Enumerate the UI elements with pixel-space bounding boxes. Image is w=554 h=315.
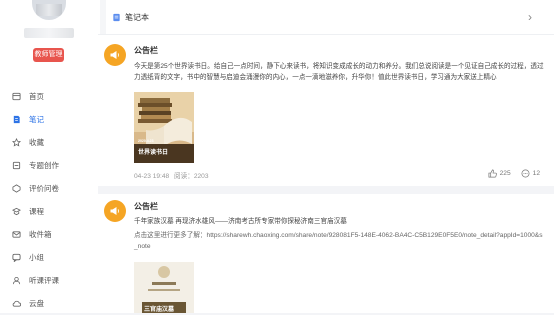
sidebar-item-course[interactable]: 课程 [0,200,98,223]
home-icon [12,92,21,101]
comment-button[interactable]: 12 [521,169,540,178]
post-divider [98,186,554,194]
sidebar-item-label: 收藏 [29,138,44,147]
lecture-icon [12,276,21,285]
post-stats: 225 12 [488,169,540,178]
thumbs-up-icon [488,169,497,178]
sidebar-item-favorites[interactable]: 收藏 [0,131,98,154]
sidebar-item-cloud[interactable]: 云盘 [0,292,98,315]
post-date: 04-23 19:48 [134,173,170,180]
image-caption: 三官庙汉墓 [144,307,175,313]
sidebar-item-groups[interactable]: 小组 [0,246,98,269]
group-icon [12,253,21,262]
post-title: 千年家族汉墓 再现济水雄风——济南考古所专家带你探秘济南三官庙汉墓 [134,218,347,225]
post-link[interactable]: 点击这里进行更多了解：https://sharewh.chaoxing.com/… [134,230,546,252]
inbox-icon [12,230,21,239]
notebook-icon [113,13,120,22]
image-caption: 世界读书日 [138,150,169,156]
megaphone-icon [110,51,120,59]
post-meta: 04-23 19:48 阅读：2203 [134,170,209,180]
sidebar-item-lecture-review[interactable]: 听课评课 [0,269,98,292]
cloud-icon [12,299,21,308]
post-reads: 阅读：2203 [174,173,209,180]
survey-icon [12,184,21,193]
image-date: 2020.4.23 [138,139,154,143]
post-author[interactable]: 公告栏 [134,45,158,56]
post-image[interactable]: 三官庙汉墓 [134,262,194,313]
announcement-avatar[interactable] [104,44,126,66]
sidebar-item-survey[interactable]: 评价问卷 [0,177,98,200]
topic-icon [12,161,21,170]
sidebar-item-notes[interactable]: 笔记 [0,108,98,131]
post-image[interactable]: 2020.4.23 世界读书日 [134,92,194,163]
header-accent-bar [100,0,106,34]
course-icon [12,207,21,216]
comment-icon [521,169,530,178]
sidebar-item-inbox[interactable]: 收件箱 [0,223,98,246]
post-text: 今天是第25个世界读书日。给自己一点时间，静下心来读书，将知识变成成长的动力和养… [134,63,544,81]
sidebar-item-label: 首页 [29,92,44,101]
teacher-admin-button[interactable]: 教师管理 [33,48,64,62]
announcement-avatar[interactable] [104,200,126,222]
comment-count: 12 [532,170,540,177]
sidebar-item-label: 评价问卷 [29,184,59,193]
sidebar-nav: 首页 笔记 收藏 专题创作 评价问卷 课程 收件箱 小组 听课评课 云盘 [0,85,98,315]
chevron-right-icon[interactable]: › [528,10,532,24]
page-title: 笔记本 [125,13,149,22]
post-author[interactable]: 公告栏 [134,201,158,212]
sidebar-item-home[interactable]: 首页 [0,85,98,108]
post-card: 公告栏 今天是第25个世界读书日。给自己一点时间，静下心来读书，将知识变成成长的… [98,40,554,186]
sidebar-item-label: 课程 [29,207,44,216]
sidebar-item-label: 专题创作 [29,161,59,170]
post-card: 公告栏 千年家族汉墓 再现济水雄风——济南考古所专家带你探秘济南三官庙汉墓 点击… [98,196,554,313]
avatar[interactable] [32,0,66,20]
note-icon [12,115,21,124]
sidebar-item-label: 收件箱 [29,230,52,239]
megaphone-icon [110,207,120,215]
main-panel: 笔记本 › 公告栏 今天是第25个世界读书日。给自己一点时间，静下心来读书，将知… [98,0,554,313]
notebook-header[interactable]: 笔记本 › [98,0,554,35]
user-name-blurred [24,28,74,38]
sidebar-item-label: 听课评课 [29,276,59,285]
link-prefix: 点击这里进行更多了解： [134,232,207,239]
sidebar: 教师管理 首页 笔记 收藏 专题创作 评价问卷 课程 收件箱 小组 听课评课 云… [0,0,99,313]
like-count: 225 [499,170,511,177]
sidebar-item-label: 笔记 [29,115,44,124]
sidebar-item-label: 小组 [29,253,44,262]
favorite-icon [12,138,21,147]
sidebar-item-label: 云盘 [29,299,44,308]
like-button[interactable]: 225 [488,169,511,178]
sidebar-item-topics[interactable]: 专题创作 [0,154,98,177]
